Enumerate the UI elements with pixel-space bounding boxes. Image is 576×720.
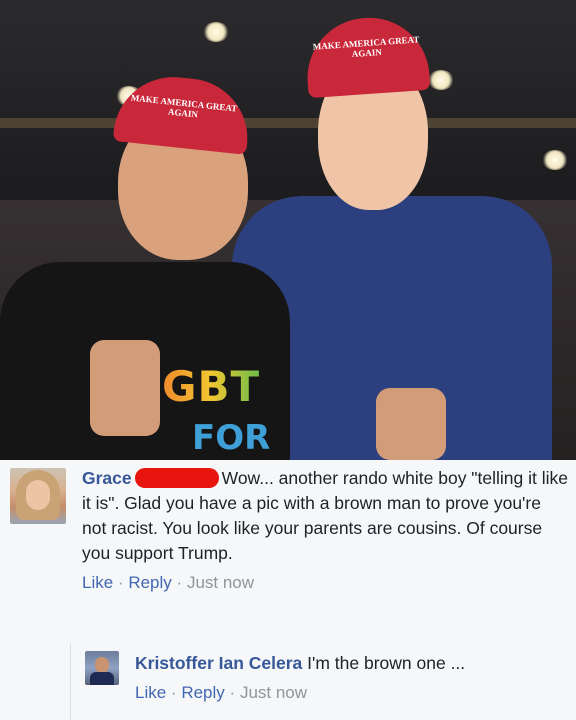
reply-link[interactable]: Reply <box>128 573 171 592</box>
thumbs-up-hand-right <box>376 388 446 460</box>
separator: · <box>176 573 183 592</box>
reply-comment: Kristoffer Ian Celera I'm the brown one … <box>135 651 575 705</box>
ceiling-light <box>542 150 568 170</box>
comment-actions: Like · Reply · Just now <box>82 570 568 595</box>
redaction-mark <box>134 468 219 488</box>
separator: · <box>229 683 236 702</box>
separator: · <box>117 573 124 592</box>
right-man-cap: MAKE AMERICA GREAT AGAIN <box>303 13 431 99</box>
reply-actions: Like · Reply · Just now <box>135 680 575 705</box>
thumbs-up-hand-left <box>90 340 160 436</box>
shirt-print-line-1: GBT <box>162 362 261 411</box>
left-man-cap: MAKE AMERICA GREAT AGAIN <box>112 71 254 155</box>
reply-thread: Kristoffer Ian Celera I'm the brown one … <box>70 643 576 720</box>
like-link[interactable]: Like <box>82 573 113 592</box>
reply-text: I'm the brown one ... <box>307 653 466 673</box>
comment-timestamp[interactable]: Just now <box>187 573 254 592</box>
reply-timestamp[interactable]: Just now <box>240 683 307 702</box>
ceiling-light <box>203 22 229 42</box>
avatar-face <box>95 657 109 673</box>
avatar[interactable] <box>10 468 66 524</box>
ceiling-beam <box>0 118 576 128</box>
avatar-face <box>26 480 50 510</box>
comment-author[interactable]: Grace <box>82 468 132 488</box>
shirt-print-text: GBT <box>162 362 260 411</box>
like-link[interactable]: Like <box>135 683 166 702</box>
shirt-print-line-2: FOR <box>192 418 271 458</box>
post-photo[interactable]: MAKE AMERICA GREAT AGAIN MAKE AMERICA GR… <box>0 0 576 460</box>
ceiling-light <box>428 70 454 90</box>
separator: · <box>170 683 177 702</box>
avatar-body <box>90 672 114 685</box>
reply-link[interactable]: Reply <box>181 683 224 702</box>
comment: Grace Wow... another rando white boy "tel… <box>82 466 568 595</box>
left-cap-text: MAKE AMERICA GREAT AGAIN <box>130 92 238 120</box>
comments-section: Grace Wow... another rando white boy "tel… <box>0 460 576 720</box>
reply-author[interactable]: Kristoffer Ian Celera <box>135 653 302 673</box>
right-cap-text: MAKE AMERICA GREAT AGAIN <box>312 34 420 60</box>
avatar[interactable] <box>85 651 119 685</box>
